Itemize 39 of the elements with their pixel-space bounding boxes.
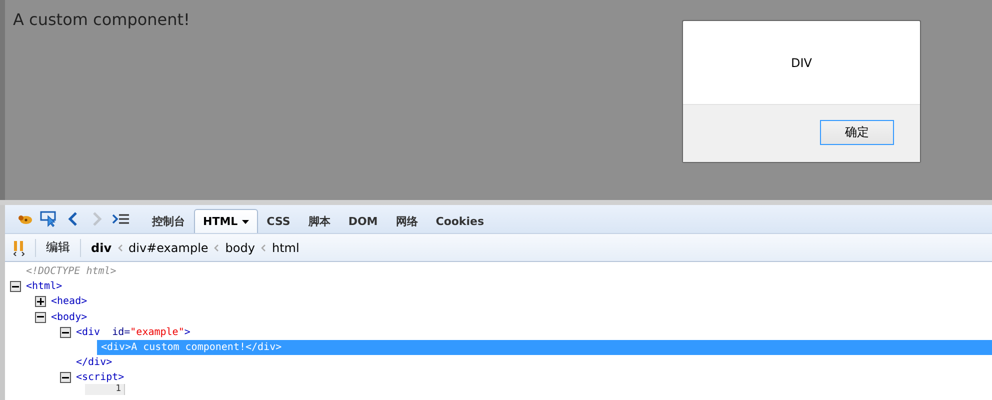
line-number: 1	[85, 384, 125, 394]
edit-icon[interactable]	[13, 240, 25, 256]
page-heading: A custom component!	[13, 10, 190, 29]
dialog-message: DIV	[791, 56, 812, 70]
panel-tab[interactable]: 控制台	[143, 209, 194, 233]
panel-tab[interactable]: HTML	[194, 209, 258, 233]
command-line-icon	[112, 213, 130, 225]
breadcrumb[interactable]: div	[91, 240, 112, 254]
tag-text: >	[184, 326, 190, 338]
ok-button[interactable]: 确定	[820, 120, 894, 145]
chevron-icon	[260, 244, 266, 252]
collapse-toggle[interactable]	[60, 326, 71, 338]
tag-text[interactable]: <body>	[51, 312, 88, 323]
breadcrumb[interactable]: div#example	[128, 240, 208, 254]
caret-icon	[242, 220, 249, 224]
tag-text[interactable]: <head>	[51, 296, 88, 308]
closing-tag: </div>	[76, 357, 112, 368]
breadcrumb[interactable]: body	[225, 240, 255, 254]
collapse-toggle[interactable]	[35, 312, 46, 323]
panel-tab[interactable]: CSS	[258, 209, 300, 233]
edit-button[interactable]: 编辑	[46, 239, 70, 256]
tag-text[interactable]: <div	[76, 326, 100, 338]
tag-text[interactable]: <script>	[76, 372, 124, 384]
breadcrumb[interactable]: html	[272, 240, 300, 254]
doctype-text: <!DOCTYPE html>	[26, 266, 116, 278]
tag-text[interactable]: <html>	[26, 281, 62, 292]
collapse-toggle[interactable]	[10, 281, 21, 292]
panel-tab[interactable]: DOM	[339, 209, 387, 233]
panel-tab[interactable]: 网络	[386, 209, 427, 233]
panel-tab[interactable]: Cookies	[426, 209, 494, 233]
expand-toggle[interactable]	[35, 296, 46, 308]
attribute-name: id=	[112, 326, 130, 338]
chevron-icon	[118, 244, 123, 252]
chevron-icon	[214, 244, 220, 252]
collapse-toggle[interactable]	[60, 372, 71, 384]
bug-icon	[17, 213, 33, 225]
attribute-value[interactable]: "example"	[130, 326, 184, 338]
inspect-icon	[40, 211, 58, 227]
panel-tab[interactable]: 脚本	[299, 209, 340, 233]
